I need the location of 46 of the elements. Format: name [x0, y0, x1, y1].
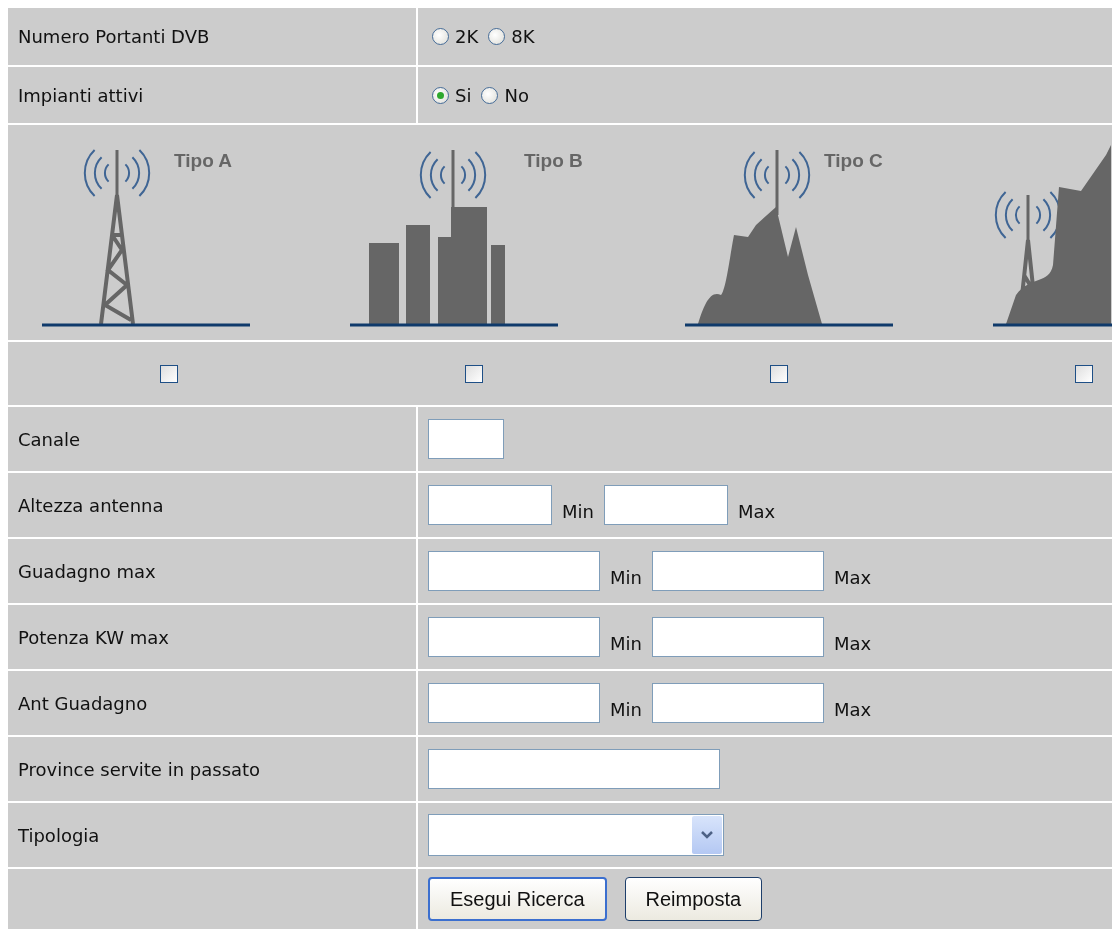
range-label: Max — [833, 566, 872, 588]
range-label: Max — [833, 632, 872, 654]
checkbox[interactable] — [1074, 364, 1093, 383]
range-label: Min — [610, 566, 642, 588]
number-input[interactable] — [428, 617, 600, 657]
number-input[interactable] — [651, 683, 824, 723]
number-input[interactable] — [428, 485, 552, 525]
radio-label: 2K — [455, 26, 479, 47]
number-input[interactable] — [428, 683, 600, 723]
range-label: Min — [610, 632, 642, 654]
field-label: Potenza KW max — [18, 626, 169, 648]
field-label: Tipologia — [18, 824, 100, 846]
type-dropdown[interactable] — [428, 814, 724, 856]
number-input[interactable] — [428, 551, 600, 591]
range-label: Min — [562, 500, 594, 522]
radio-button[interactable] — [432, 28, 449, 45]
field-label: Guadagno max — [18, 560, 156, 582]
radio-label: No — [504, 84, 529, 106]
radio-button[interactable] — [488, 28, 506, 45]
range-label: Max — [833, 698, 872, 720]
search-button[interactable]: Esegui Ricerca — [428, 877, 607, 921]
checkbox[interactable] — [464, 364, 483, 383]
field-label: Province servite in passato — [18, 758, 261, 780]
field-label: Ant Guadagno — [18, 692, 148, 714]
range-label: Max — [737, 500, 776, 522]
type-label: Tipo C — [824, 150, 883, 171]
checkbox[interactable] — [769, 364, 788, 383]
reset-button[interactable]: Reimposta — [624, 877, 763, 921]
radio-button[interactable] — [432, 86, 449, 104]
field-label: Altezza antenna — [18, 494, 164, 516]
text-input[interactable] — [428, 749, 720, 789]
number-input[interactable] — [651, 551, 824, 591]
number-input[interactable] — [651, 617, 824, 657]
dropdown-chevron-icon — [692, 816, 722, 854]
field-label: Impianti attivi — [18, 84, 144, 106]
text-input[interactable] — [428, 419, 504, 459]
field-label: Canale — [18, 428, 81, 450]
radio-label: 8K — [511, 26, 535, 47]
checkbox[interactable] — [159, 364, 178, 383]
field-label: Numero Portanti DVB — [18, 26, 210, 47]
radio-button[interactable] — [481, 86, 499, 104]
radio-label: Si — [455, 84, 472, 106]
number-input[interactable] — [603, 485, 728, 525]
type-label: Tipo A — [174, 150, 233, 171]
type-label: Tipo B — [524, 150, 583, 171]
range-label: Min — [610, 698, 642, 720]
